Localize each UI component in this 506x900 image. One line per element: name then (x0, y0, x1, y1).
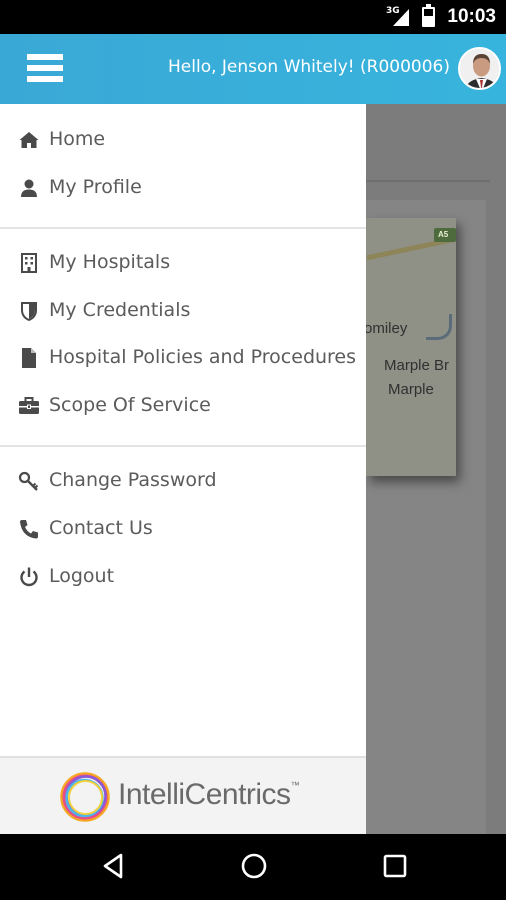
user-icon (18, 177, 40, 199)
menu-item-contact-us[interactable]: Contact Us (0, 506, 366, 552)
divider (0, 227, 366, 229)
menu-item-label: Logout (49, 565, 115, 587)
shield-icon (18, 300, 40, 322)
menu-item-label: Hospital Policies and Procedures (49, 346, 357, 368)
back-icon[interactable] (99, 851, 129, 881)
map-label: Marple (388, 381, 434, 398)
home-icon (18, 129, 40, 151)
menu-item-hospital-policies[interactable]: Hospital Policies and Procedures (0, 335, 366, 381)
key-icon (18, 470, 40, 492)
menu-icon[interactable] (27, 52, 63, 84)
navigation-drawer: Home My Profile My Hospitals My Credenti… (0, 104, 366, 834)
menu-item-label: Home (49, 128, 106, 150)
logo-text: IntelliCentrics™ (118, 778, 300, 811)
menu-item-my-hospitals[interactable]: My Hospitals (0, 240, 366, 286)
status-bar: 3G 10:03 (0, 0, 506, 34)
briefcase-icon (18, 395, 40, 417)
menu-item-label: My Credentials (49, 299, 191, 321)
menu-item-label: Contact Us (49, 517, 153, 539)
menu-item-logout[interactable]: Logout (0, 554, 366, 600)
menu-item-my-credentials[interactable]: My Credentials (0, 288, 366, 334)
road-badge: A5 (434, 228, 456, 242)
divider (0, 445, 366, 447)
map-preview: A5 omiley Marple Br Marple (366, 218, 456, 476)
menu-item-label: My Profile (49, 176, 142, 198)
map-label: omiley (366, 320, 408, 337)
menu-item-label: Scope Of Service (49, 394, 211, 416)
menu-item-change-password[interactable]: Change Password (0, 458, 366, 504)
phone-icon (18, 518, 40, 540)
avatar[interactable] (458, 47, 501, 90)
signal-icon (393, 9, 409, 26)
menu-item-scope-of-service[interactable]: Scope Of Service (0, 383, 366, 429)
user-greeting: Hello, Jenson Whitely! (R000006) (168, 57, 450, 77)
map-label: Marple Br (384, 357, 450, 374)
menu-item-home[interactable]: Home (0, 117, 366, 163)
menu-item-my-profile[interactable]: My Profile (0, 165, 366, 211)
home-button-icon[interactable] (239, 851, 269, 881)
recents-icon[interactable] (380, 851, 410, 881)
menu-item-label: Change Password (49, 469, 217, 491)
menu-item-label: My Hospitals (49, 251, 171, 273)
battery-icon (422, 4, 435, 27)
clock: 10:03 (447, 6, 496, 27)
drawer-footer: IntelliCentrics™ (0, 756, 366, 834)
document-icon (18, 347, 40, 369)
power-icon (18, 566, 40, 588)
intellicentrics-logo: IntelliCentrics™ (58, 770, 318, 826)
background-content: A5 omiley Marple Br Marple (366, 104, 506, 834)
hospital-icon (18, 252, 40, 274)
system-nav-bar (0, 834, 506, 900)
app-bar: Hello, Jenson Whitely! (R000006) (0, 34, 506, 104)
